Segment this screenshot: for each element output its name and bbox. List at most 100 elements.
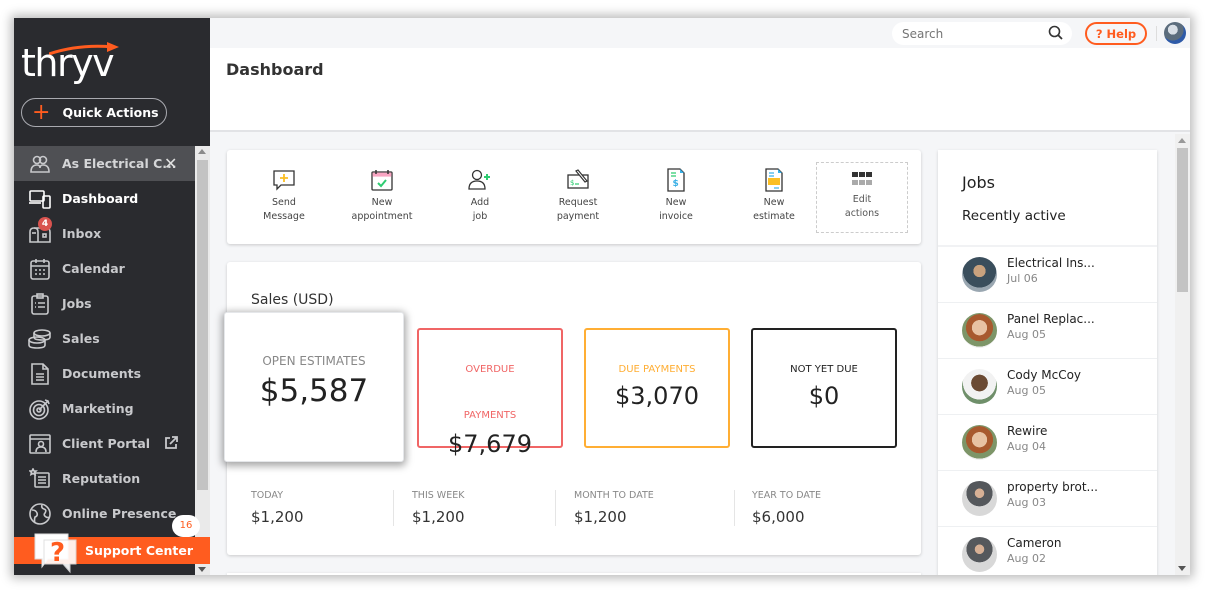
job-avatar [962, 537, 997, 572]
check-pen-icon: $ [533, 167, 623, 193]
period-value: $6,000 [752, 508, 805, 526]
open-estimates-label: OPEN ESTIMATES [262, 354, 366, 368]
scroll-up-arrow-icon[interactable] [1178, 138, 1186, 143]
thryv-logo[interactable]: thryv [21, 36, 121, 85]
sidebar-item-client-portal[interactable]: Client Portal [14, 426, 195, 461]
sidebar-item-online-presence[interactable]: Online Presence [14, 496, 195, 531]
period-value: $1,200 [412, 508, 465, 526]
top-bar: ? Help [210, 18, 1190, 48]
action-label-line2: actions [844, 208, 880, 219]
action-label-line1: New [371, 197, 393, 208]
jobs-title: Jobs [962, 173, 995, 192]
sidebar-scrollbar[interactable] [195, 146, 210, 575]
due-label: DUE PAYMENTS [618, 364, 696, 375]
period-divider [393, 490, 394, 526]
open-estimates-box[interactable]: OPEN ESTIMATES $5,587 [224, 312, 404, 462]
scrollbar-thumb[interactable] [1177, 148, 1188, 292]
add-job-action[interactable]: Add job [435, 167, 525, 224]
search-input[interactable] [902, 26, 1042, 41]
external-link-icon[interactable] [164, 436, 178, 453]
job-list-item[interactable]: Rewire Aug 04 [938, 415, 1157, 471]
new-appointment-action[interactable]: New appointment [337, 167, 427, 224]
job-date: Jul 06 [1007, 272, 1038, 285]
quick-actions-card: Send Message New appointment Add job $ R… [227, 150, 921, 244]
action-label-line2: estimate [753, 211, 795, 222]
overdue-value: $7,679 [448, 430, 532, 458]
job-name: property brot... [1007, 480, 1098, 494]
search-icon[interactable] [1048, 25, 1064, 41]
account-switcher[interactable]: As Electrical C... ✕ [14, 146, 195, 181]
action-label-line2: invoice [659, 211, 693, 222]
sidebar-item-calendar[interactable]: Calendar [14, 251, 195, 286]
scroll-down-arrow-icon[interactable] [1178, 566, 1186, 571]
main-scrollbar[interactable] [1175, 134, 1190, 575]
period-divider [734, 490, 735, 526]
sidebar-item-sales[interactable]: Sales [14, 321, 195, 356]
job-list-item[interactable]: property brot... Aug 03 [938, 471, 1157, 527]
job-avatar [962, 257, 997, 292]
job-list-item[interactable]: Panel Replac... Aug 05 [938, 303, 1157, 359]
sidebar-item-label: Online Presence [62, 506, 177, 521]
action-label-line1: Send [272, 197, 296, 208]
job-date: Aug 02 [1007, 552, 1046, 565]
support-question-bubble-icon[interactable]: ? [32, 531, 80, 575]
sidebar-item-marketing[interactable]: Marketing [14, 391, 195, 426]
help-button[interactable]: ? Help [1085, 22, 1147, 45]
sidebar-item-label: Inbox [62, 226, 102, 241]
period-label: MONTH TO DATE [574, 490, 654, 501]
close-account-icon[interactable]: ✕ [164, 154, 177, 173]
edit-actions-button[interactable]: Edit actions [816, 162, 908, 233]
dashboard-icon [26, 187, 54, 211]
due-payments-box[interactable]: DUE PAYMENTS $3,070 [584, 328, 730, 448]
jobs-panel: Jobs Recently active Electrical Ins... J… [938, 150, 1157, 575]
sidebar-item-jobs[interactable]: Jobs [14, 286, 195, 321]
not-yet-due-label: NOT YET DUE [790, 364, 858, 375]
logo-text: thryv [21, 41, 115, 85]
due-value: $3,070 [615, 382, 699, 410]
sidebar-item-documents[interactable]: Documents [14, 356, 195, 391]
action-label-line2: Message [263, 211, 305, 222]
svg-text:$: $ [673, 179, 679, 189]
plus-icon: + [32, 99, 51, 125]
sidebar: thryv + Quick Actions As Electrical C...… [14, 18, 210, 575]
open-estimates-value: $5,587 [259, 373, 369, 409]
sidebar-item-label: Documents [62, 366, 142, 381]
job-list-item[interactable]: Cody McCoy Aug 05 [938, 359, 1157, 415]
job-avatar [962, 313, 997, 348]
new-estimate-action[interactable]: New estimate [729, 167, 819, 224]
request-payment-action[interactable]: $ Request payment [533, 167, 623, 224]
not-yet-due-box[interactable]: NOT YET DUE $0 [751, 328, 897, 448]
sidebar-item-label: Reputation [62, 471, 141, 486]
quick-actions-button[interactable]: + Quick Actions [21, 98, 167, 127]
overdue-payments-box[interactable]: OVERDUE PAYMENTS $7,679 [417, 328, 563, 458]
search-box[interactable] [892, 22, 1072, 45]
action-label-line2: payment [556, 211, 600, 222]
job-name: Rewire [1007, 424, 1048, 438]
user-avatar[interactable] [1164, 22, 1186, 44]
sidebar-item-inbox[interactable]: 4 Inbox [14, 216, 195, 251]
mailbox-icon: 4 [26, 216, 54, 246]
action-label-line1: New [763, 197, 785, 208]
period-value: $1,200 [251, 508, 304, 526]
sidebar-item-reputation[interactable]: Reputation [14, 461, 195, 496]
inbox-badge: 4 [38, 216, 52, 231]
jobs-subtitle: Recently active [962, 208, 1066, 224]
calendar-icon [26, 257, 54, 281]
action-label-line2: appointment [351, 211, 413, 222]
new-invoice-action[interactable]: $ New invoice [631, 167, 721, 224]
sidebar-item-label: Jobs [62, 296, 92, 311]
scroll-down-arrow-icon[interactable] [198, 567, 206, 572]
job-avatar [962, 369, 997, 404]
job-list-item[interactable]: Cameron Aug 02 [938, 527, 1157, 575]
sales-title: Sales (USD) [251, 292, 334, 308]
scroll-up-arrow-icon[interactable] [198, 149, 206, 154]
scrollbar-thumb[interactable] [197, 160, 208, 490]
overdue-label-line1: OVERDUE [465, 364, 515, 375]
job-date: Aug 04 [1007, 440, 1046, 453]
send-message-action[interactable]: Send Message [239, 167, 329, 224]
coins-icon [26, 327, 54, 351]
period-year-to-date: YEAR TO DATE $6,000 [752, 490, 821, 526]
job-list-item[interactable]: Electrical Ins... Jul 06 [938, 247, 1157, 303]
sidebar-item-dashboard[interactable]: Dashboard [14, 181, 195, 216]
overdue-label-line2: PAYMENTS [463, 410, 517, 421]
